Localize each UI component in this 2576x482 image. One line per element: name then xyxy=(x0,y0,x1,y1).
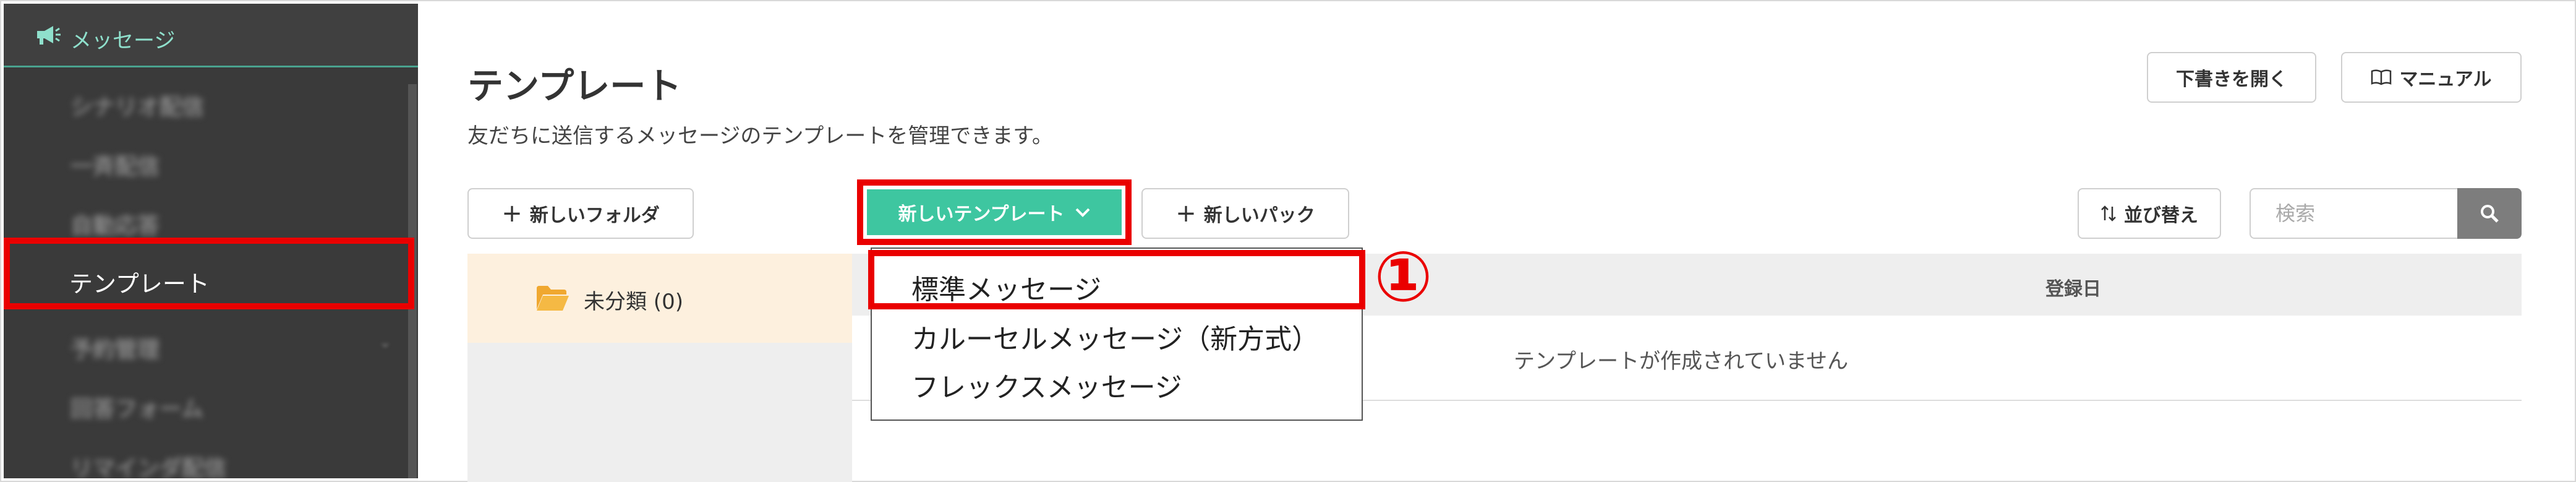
sidebar-item-scenario[interactable]: シナリオ配信 xyxy=(70,89,204,121)
open-draft-label: 下書きを開く xyxy=(2176,69,2287,90)
folder-label: 未分類 (0) xyxy=(584,290,683,314)
megaphone-icon xyxy=(37,26,61,45)
page-title: テンプレート xyxy=(467,65,682,107)
sidebar-item-reservation[interactable]: 予約管理 xyxy=(70,332,160,364)
empty-state-message: テンプレートが作成されていません xyxy=(1514,349,1848,374)
new-pack-label: 新しいパック xyxy=(1203,205,1315,226)
open-draft-button[interactable]: 下書きを開く xyxy=(2147,52,2316,103)
search-input[interactable] xyxy=(2250,188,2457,239)
sort-arrows-icon xyxy=(2101,205,2116,222)
folder-open-icon xyxy=(537,286,569,311)
search-button[interactable] xyxy=(2457,188,2522,239)
folder-panel: 未分類 (0) xyxy=(467,254,852,482)
page-subtitle: 友だちに送信するメッセージのテンプレートを管理できます。 xyxy=(467,124,1053,148)
new-template-button[interactable]: 新しいテンプレート xyxy=(857,179,1132,245)
plus-icon: + xyxy=(1175,199,1196,228)
search-icon xyxy=(2481,205,2499,223)
sidebar-item-broadcast[interactable]: 一斉配信 xyxy=(70,148,160,181)
new-folder-label: 新しいフォルダ xyxy=(529,205,660,226)
sidebar-section-message[interactable]: メッセージ xyxy=(4,4,418,67)
plus-icon: + xyxy=(501,199,522,228)
sort-button[interactable]: 並び替え xyxy=(2078,188,2221,239)
new-pack-button[interactable]: + 新しいパック xyxy=(1141,188,1349,239)
sidebar-item-label: テンプレート xyxy=(69,270,210,298)
dropdown-item-flex-message[interactable]: フレックスメッセージ xyxy=(911,365,1182,405)
folder-item[interactable]: 未分類 (0) xyxy=(467,254,852,343)
sort-label: 並び替え xyxy=(2124,205,2198,226)
sidebar-item-reminder[interactable]: リマインダ配信 xyxy=(70,450,226,478)
manual-label: マニュアル xyxy=(2399,69,2492,90)
annotation-marker: ① xyxy=(1374,237,1433,317)
highlight-box xyxy=(868,250,1365,309)
dropdown-item-carousel-message[interactable]: カルーセルメッセージ（新方式） xyxy=(911,317,1319,356)
sidebar-item-auto-reply[interactable]: 自動応答 xyxy=(70,208,160,240)
new-template-label: 新しいテンプレート xyxy=(898,204,1065,225)
sidebar-item-template[interactable]: テンプレート xyxy=(4,238,414,309)
column-header-registered-date[interactable]: 登録日 xyxy=(2045,273,2101,301)
new-folder-button[interactable]: + 新しいフォルダ xyxy=(467,188,694,239)
manual-button[interactable]: マニュアル xyxy=(2341,52,2522,103)
sidebar-section-label: メッセージ xyxy=(70,28,176,53)
book-icon xyxy=(2371,69,2392,85)
sidebar-item-form[interactable]: 回答フォーム xyxy=(70,391,203,423)
chevron-down-icon: ⌄ xyxy=(378,333,392,351)
chevron-down-icon xyxy=(1075,208,1090,217)
